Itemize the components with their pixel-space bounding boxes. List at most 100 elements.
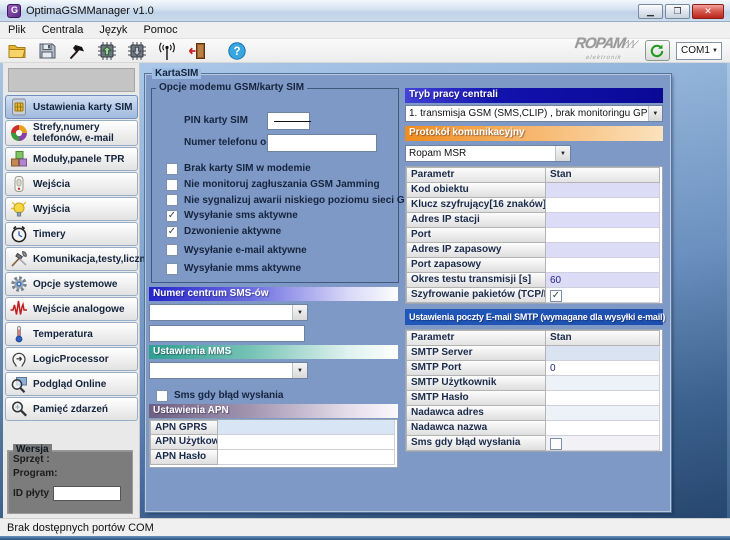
minimize-button[interactable]: ▁ [638, 4, 663, 19]
checkbox[interactable] [156, 390, 168, 402]
sidebar-item-opcje-systemowe[interactable]: Opcje systemowe [5, 272, 138, 296]
refresh-ports-button[interactable] [645, 40, 670, 61]
sidebar-item-strefy-numery-telefonów-e-mail[interactable]: Strefy,numery telefonów, e-mail [5, 120, 138, 146]
checkbox[interactable] [166, 194, 178, 206]
sidebar-item-temperatura[interactable]: Temperatura [5, 322, 138, 346]
sidebar-item-label: Ustawienia karty SIM [29, 102, 132, 113]
param-label-cell: SMTP Użytkownik [406, 376, 546, 391]
app-icon [7, 4, 21, 18]
modem-option-row[interactable]: Nie monitoruj zagłuszania GSM Jamming [166, 177, 420, 193]
checkbox[interactable] [166, 179, 178, 191]
menu-item-centrala[interactable]: Centrala [34, 23, 92, 37]
close-button[interactable]: ✕ [692, 4, 724, 19]
param-value-cell[interactable] [546, 376, 660, 391]
status-text: Brak dostępnych portów COM [0, 522, 154, 534]
sidebar-item-wejścia[interactable]: Wejścia [5, 172, 138, 196]
help-button[interactable]: ? [224, 40, 250, 62]
mms-select[interactable]: ▼ [149, 362, 308, 379]
param-value-cell[interactable] [546, 198, 660, 213]
apn-table: APN GPRSAPN UżytkownikAPN Hasło [149, 419, 398, 468]
checkbox[interactable] [166, 244, 178, 256]
sidebar-item-wejście-analogowe[interactable]: Wejście analogowe [5, 297, 138, 321]
refresh-icon [649, 43, 665, 59]
sidebar-item-wyjścia[interactable]: Wyjścia [5, 197, 138, 221]
param-value-cell[interactable] [546, 391, 660, 406]
param-value-cell[interactable] [546, 346, 660, 361]
sms-center-select[interactable]: ▼ [149, 304, 308, 321]
param-value-cell[interactable] [546, 243, 660, 258]
write-to-device-button[interactable] [94, 40, 120, 62]
param-label-cell: APN GPRS [150, 420, 218, 435]
chip-download-icon [127, 41, 147, 61]
menu-item-język[interactable]: Język [91, 23, 135, 37]
param-value-cell[interactable] [546, 183, 660, 198]
param-value-cell[interactable] [218, 435, 395, 450]
open-button[interactable] [4, 40, 30, 62]
table-row: SMTP Port0 [406, 361, 662, 376]
param-label-cell: Klucz szyfrujący[16 znaków] [406, 198, 546, 213]
sidebar-item-logicprocessor[interactable]: LogicProcessor [5, 347, 138, 371]
exit-door-icon [187, 41, 207, 61]
param-value-cell[interactable] [546, 213, 660, 228]
read-from-device-button[interactable] [124, 40, 150, 62]
online-preview-icon [8, 374, 29, 394]
checkbox[interactable] [166, 263, 178, 275]
sidebar-item-moduły-panele-tpr[interactable]: Moduły,panele TPR [5, 147, 138, 171]
param-value-cell[interactable] [546, 228, 660, 243]
tools-button[interactable] [64, 40, 90, 62]
protocol-header: Protokół komunikacyjny [405, 126, 663, 141]
param-value-cell[interactable]: 0 [546, 361, 660, 376]
object-phone-field[interactable] [267, 134, 377, 152]
table-row: Kod obiektu [406, 183, 662, 198]
work-mode-select[interactable]: 1. transmisja GSM (SMS,CLIP) , brak moni… [405, 105, 663, 122]
exit-button[interactable] [184, 40, 210, 62]
param-value-cell[interactable]: ✓ [546, 288, 660, 303]
checkbox[interactable]: ✓ [166, 226, 178, 238]
param-value-cell[interactable] [546, 406, 660, 421]
checkbox-label: Dzwonienie aktywne [178, 226, 281, 237]
param-label-cell: SMTP Hasło [406, 391, 546, 406]
com-port-select[interactable]: COM1 ▼ [676, 42, 722, 60]
sidebar-item-ustawienia-karty-sim[interactable]: Ustawienia karty SIM [5, 95, 138, 119]
checkbox-label: Wysyłanie e-mail aktywne [178, 245, 307, 256]
menu-item-plik[interactable]: Plik [0, 23, 34, 37]
param-value-cell[interactable] [546, 421, 660, 436]
checkbox[interactable]: ✓ [166, 210, 178, 222]
menu-item-pomoc[interactable]: Pomoc [135, 23, 185, 37]
param-value-cell[interactable]: 60 [546, 273, 660, 288]
modem-option-row[interactable]: Brak karty SIM w modemie [166, 161, 420, 177]
sidebar-item-timery[interactable]: Timery [5, 222, 138, 246]
board-id-field[interactable] [53, 486, 121, 501]
sms-center-input[interactable] [149, 325, 305, 342]
modem-option-row[interactable]: ✓Dzwonienie aktywne [166, 224, 420, 240]
modem-option-row[interactable]: Wysyłanie e-mail aktywne [166, 242, 420, 258]
modem-option-row[interactable]: Wysyłanie mms aktywne [166, 261, 420, 277]
mms-error-checkbox-row[interactable]: Sms gdy błąd wysłania [156, 388, 283, 404]
maximize-button[interactable]: ❐ [665, 4, 690, 19]
table-row: Sms gdy błąd wysłania [406, 436, 662, 451]
table-row: SMTP Server [406, 346, 662, 361]
param-label-cell: APN Użytkownik [150, 435, 218, 450]
sidebar-item-podgląd-online[interactable]: Podgląd Online [5, 372, 138, 396]
param-value-cell[interactable] [218, 450, 395, 465]
modem-option-row[interactable]: ✓Wysyłanie sms aktywne [166, 208, 420, 224]
save-button[interactable] [34, 40, 60, 62]
gsm-signal-button[interactable] [154, 40, 180, 62]
checkbox[interactable]: ✓ [550, 290, 562, 302]
checkbox[interactable] [166, 163, 178, 175]
table-header-row: ParametrStan [406, 330, 662, 346]
param-value-cell[interactable] [218, 420, 395, 435]
sidebar-item-komunikacja-testy-liczniki[interactable]: Komunikacja,testy,liczniki [5, 247, 138, 271]
modem-option-row[interactable]: Nie sygnalizuj awarii niskiego poziomu s… [166, 192, 420, 208]
protocol-select[interactable]: Ropam MSR ▼ [405, 145, 571, 162]
table-row: Szyfrowanie pakietów (TCP/IP)✓ [406, 288, 662, 303]
sidebar-item-label: Opcje systemowe [29, 279, 117, 290]
sim-pin-field[interactable]: ———— [267, 112, 310, 130]
checkbox[interactable] [550, 438, 562, 450]
param-value-cell[interactable] [546, 258, 660, 273]
param-value-cell[interactable] [546, 436, 660, 451]
checkbox-label: Wysyłanie mms aktywne [178, 263, 301, 274]
sidebar-item-pamięć-zdarzeń[interactable]: Pamięć zdarzeń [5, 397, 138, 421]
checkbox-label: Nie sygnalizuj awarii niskiego poziomu s… [178, 195, 420, 206]
table-row: APN Hasło [150, 450, 397, 465]
